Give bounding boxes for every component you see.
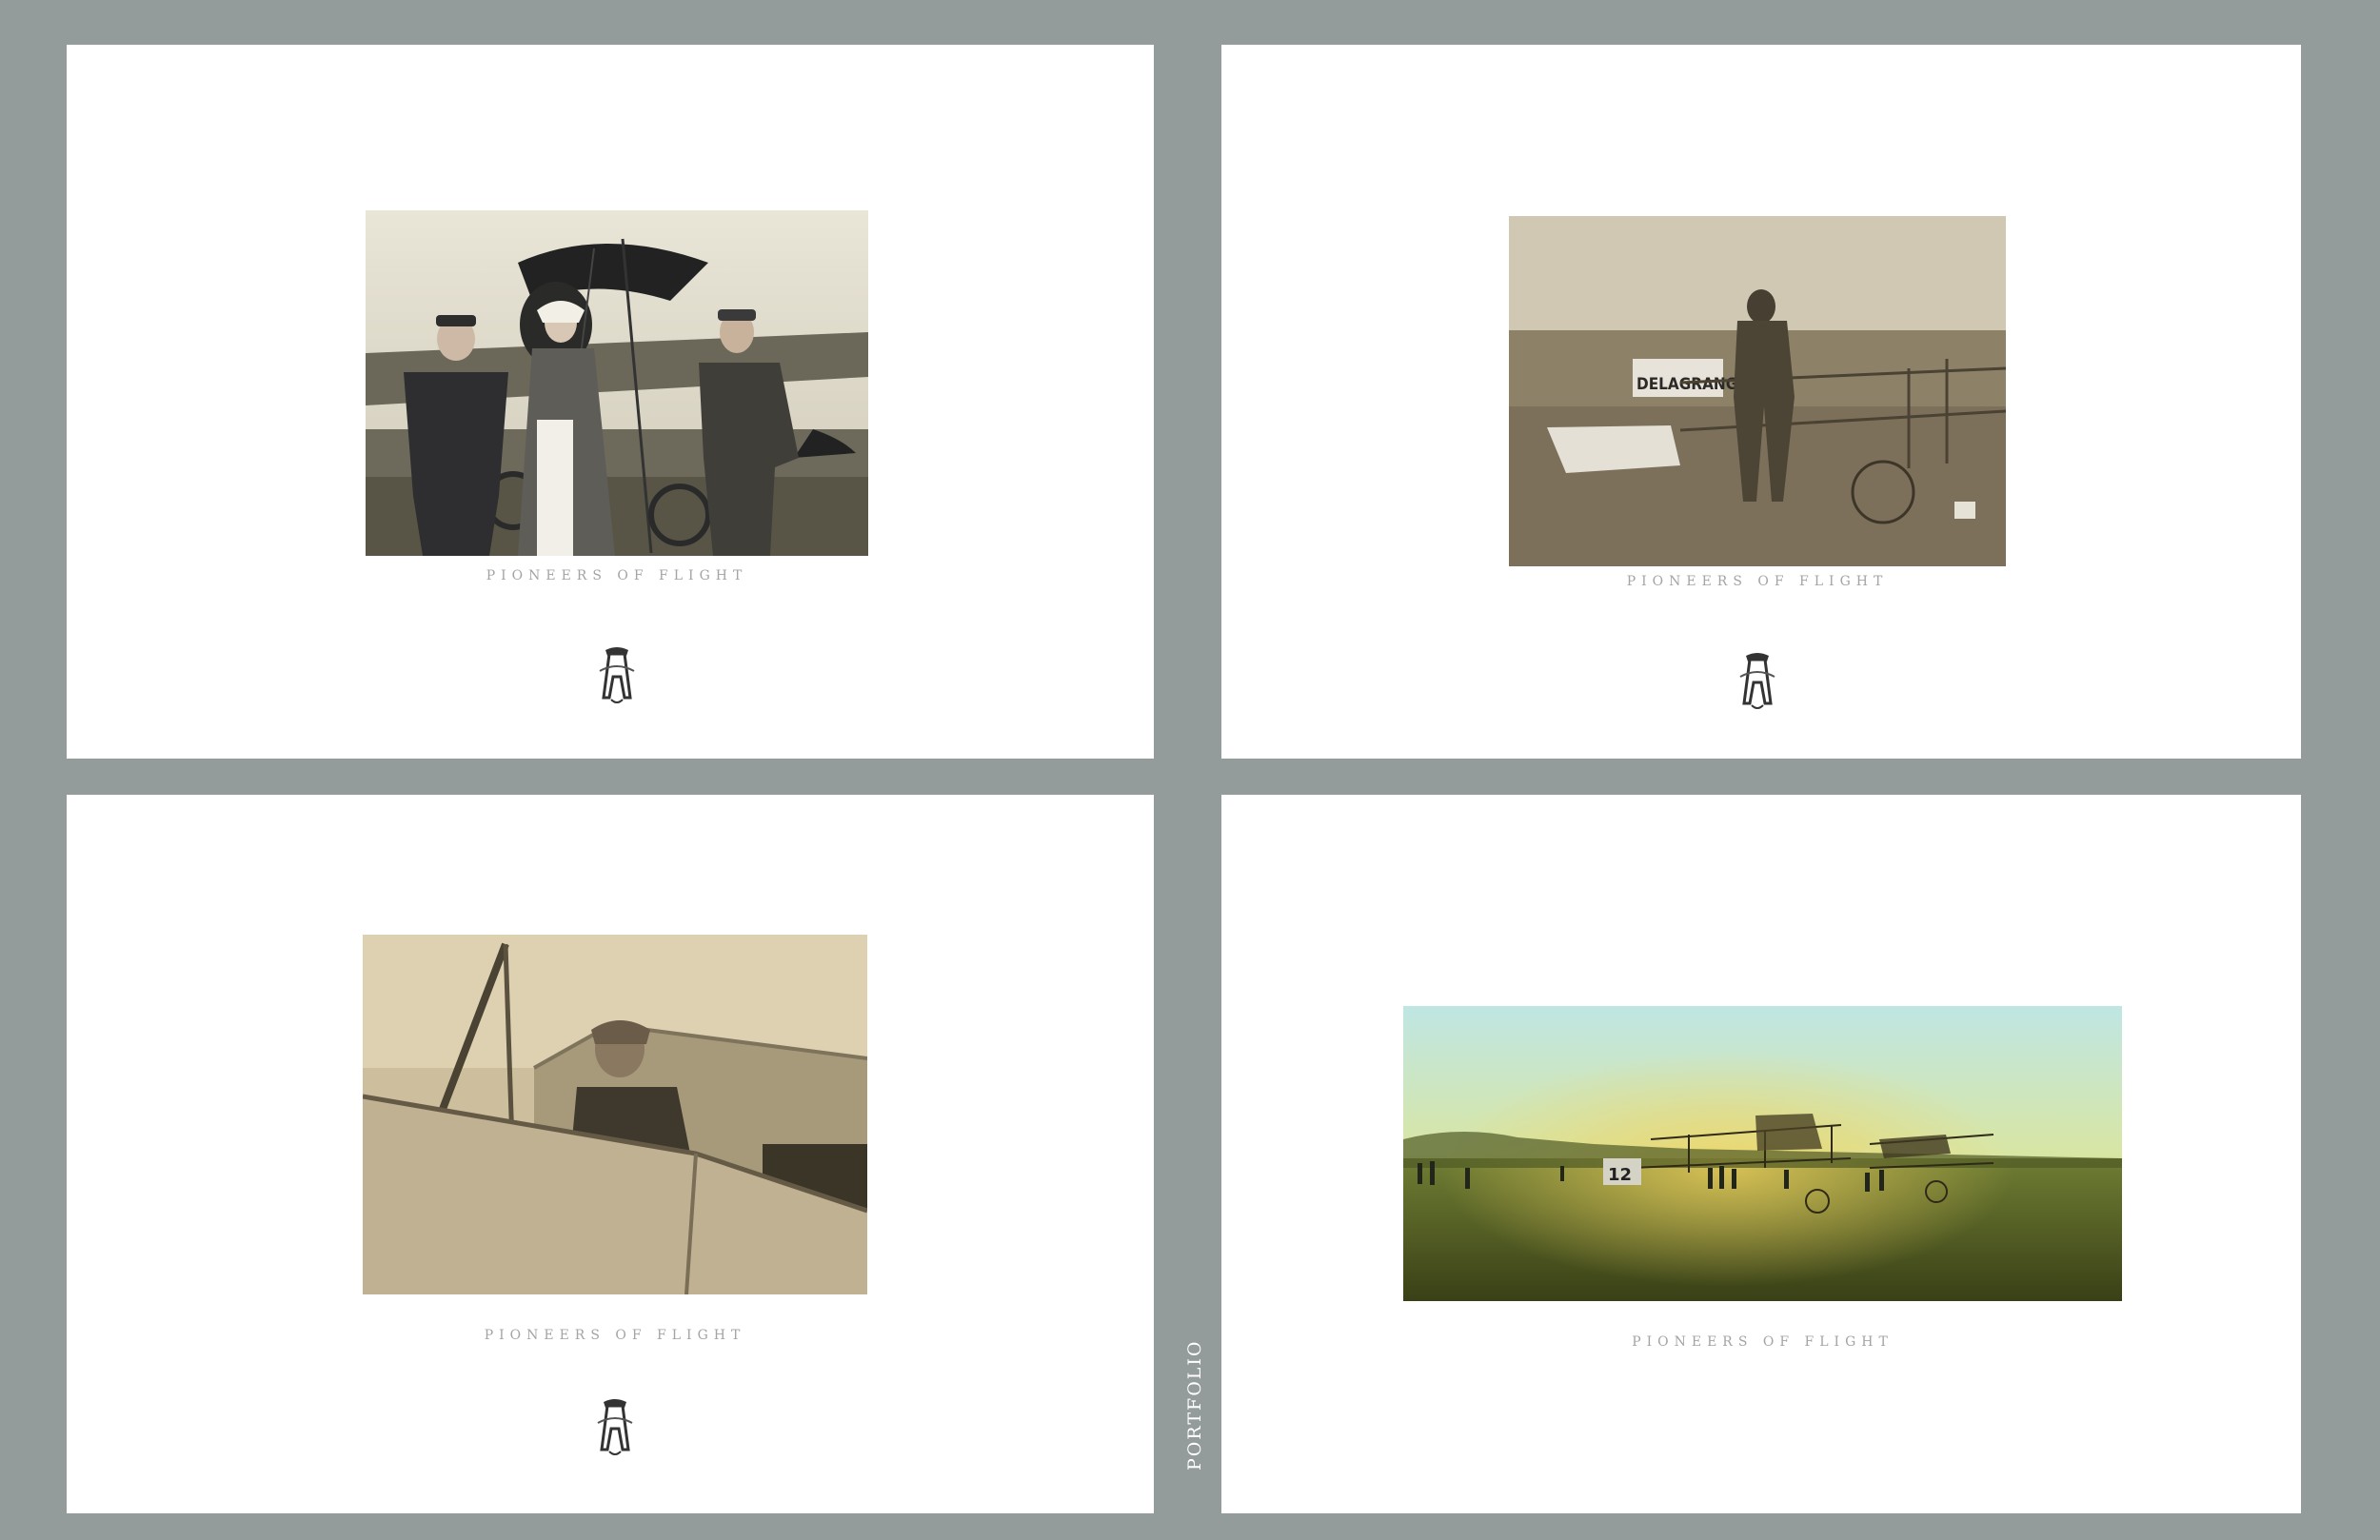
portfolio-page-1: PIONEERS OF FLIGHT bbox=[67, 45, 1154, 759]
portfolio-page-2: DELAGRANGE PIONEERS OF FLIGHT bbox=[1221, 45, 2301, 759]
page-caption: PIONEERS OF FLIGHT bbox=[1626, 574, 1889, 589]
portfolio-page-4: 12 PIONEERS OF FLIGHT bbox=[1221, 795, 2301, 1513]
monogram-icon bbox=[590, 1394, 640, 1457]
photo-two-men-woman-monoplane[interactable] bbox=[366, 210, 868, 556]
photo-aviator-in-cockpit[interactable] bbox=[363, 935, 867, 1294]
plane-lettering: DELAGRANGE bbox=[1636, 375, 1748, 394]
monogram-icon bbox=[1733, 648, 1782, 711]
page-caption: PIONEERS OF FLIGHT bbox=[1632, 1334, 1894, 1350]
photo-biplanes-airfield-sunset[interactable]: 12 bbox=[1403, 1006, 2122, 1301]
portfolio-page-3: PIONEERS OF FLIGHT bbox=[67, 795, 1154, 1513]
monogram-icon bbox=[592, 642, 642, 705]
portfolio-spine-label: PORTFOLIO bbox=[1184, 1339, 1205, 1471]
plane-number: 12 bbox=[1608, 1165, 1632, 1185]
photo-aviator-delagrange-plane[interactable]: DELAGRANGE bbox=[1509, 216, 2006, 566]
page-caption: PIONEERS OF FLIGHT bbox=[484, 1328, 746, 1343]
page-caption: PIONEERS OF FLIGHT bbox=[486, 568, 748, 583]
